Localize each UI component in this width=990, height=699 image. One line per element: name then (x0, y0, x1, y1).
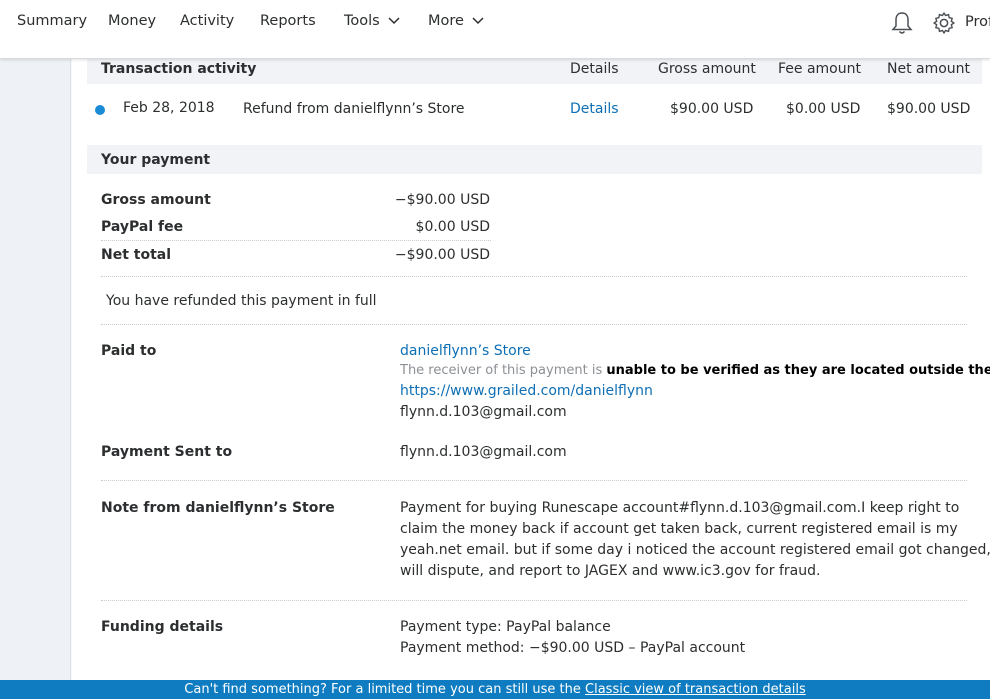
paypal-fee-value: $0.00 USD (415, 219, 490, 235)
payment-method: Payment method: −$90.00 USD – PayPal acc… (400, 640, 746, 656)
payment-type: Payment type: PayPal balance (400, 619, 611, 635)
note-line: will dispute, and report to JAGEX and ww… (400, 563, 821, 579)
divider (101, 240, 491, 241)
classic-view-banner: Can't find something? For a limited time… (0, 680, 990, 699)
banner-text: Can't find something? For a limited time… (184, 682, 586, 697)
divider (101, 276, 967, 277)
nav-reports[interactable]: Reports (260, 12, 316, 30)
nav-summary[interactable]: Summary (17, 12, 87, 30)
column-header-details: Details (570, 61, 619, 77)
column-header-fee: Fee amount (778, 61, 861, 77)
paypal-fee-label: PayPal fee (101, 219, 184, 235)
note-label: Note from danielflynn’s Store (101, 500, 335, 516)
store-url-link[interactable]: https://www.grailed.com/danielflynn (400, 383, 653, 399)
gross-amount-total: −$90.00 USD (394, 192, 490, 208)
fee-amount-value: $0.00 USD (786, 101, 861, 117)
left-gutter (0, 59, 71, 699)
nav-more[interactable]: More (428, 12, 484, 30)
gear-icon[interactable] (932, 11, 956, 35)
transaction-activity-title: Transaction activity (101, 61, 257, 77)
divider (101, 480, 967, 481)
net-amount-value: $90.00 USD (887, 101, 971, 117)
paid-to-email: flynn.d.103@gmail.com (400, 404, 567, 420)
chevron-down-icon (472, 17, 484, 25)
nav-profile[interactable]: Prof (965, 14, 990, 30)
note-line: Payment for buying Runescape account#fly… (400, 500, 960, 516)
verification-prefix: The receiver of this payment is (400, 363, 607, 378)
top-navigation: Summary Money Activity Reports Tools Mor… (0, 0, 990, 59)
funding-details-label: Funding details (101, 619, 224, 635)
divider (101, 324, 967, 325)
paid-to-label: Paid to (101, 343, 157, 359)
store-name-link[interactable]: danielflynn’s Store (400, 343, 531, 359)
verification-notice: The receiver of this payment is unable t… (400, 363, 990, 378)
your-payment-title: Your payment (101, 152, 211, 168)
refund-status-text: You have refunded this payment in full (106, 293, 377, 309)
note-line: claim the money back if account get take… (400, 521, 958, 537)
net-total-value: −$90.00 USD (394, 247, 490, 263)
divider (101, 600, 967, 601)
nav-activity[interactable]: Activity (180, 12, 234, 30)
nav-tools[interactable]: Tools (344, 12, 400, 30)
gross-amount-value: $90.00 USD (670, 101, 754, 117)
details-link[interactable]: Details (570, 101, 619, 117)
nav-more-label: More (428, 13, 464, 29)
column-header-net: Net amount (887, 61, 971, 77)
net-total-label: Net total (101, 247, 172, 263)
status-dot (95, 105, 105, 115)
bell-icon[interactable] (890, 10, 914, 36)
column-header-gross: Gross amount (658, 61, 756, 77)
nav-tools-label: Tools (344, 13, 380, 29)
transaction-description: Refund from danielflynn’s Store (243, 101, 465, 117)
gross-amount-label: Gross amount (101, 192, 211, 208)
payment-sent-to-email: flynn.d.103@gmail.com (400, 444, 567, 460)
note-line: yeah.net email. but if some day i notice… (400, 542, 990, 558)
chevron-down-icon (388, 17, 400, 25)
transaction-date: Feb 28, 2018 (123, 100, 215, 116)
nav-money[interactable]: Money (108, 12, 156, 30)
your-payment-header (87, 145, 982, 174)
transaction-details-card: Transaction activity Details Gross amoun… (72, 59, 990, 699)
classic-view-link[interactable]: Classic view of transaction details (585, 682, 806, 697)
verification-warning: unable to be verified as they are locate… (606, 363, 990, 378)
payment-sent-to-label: Payment Sent to (101, 444, 233, 460)
